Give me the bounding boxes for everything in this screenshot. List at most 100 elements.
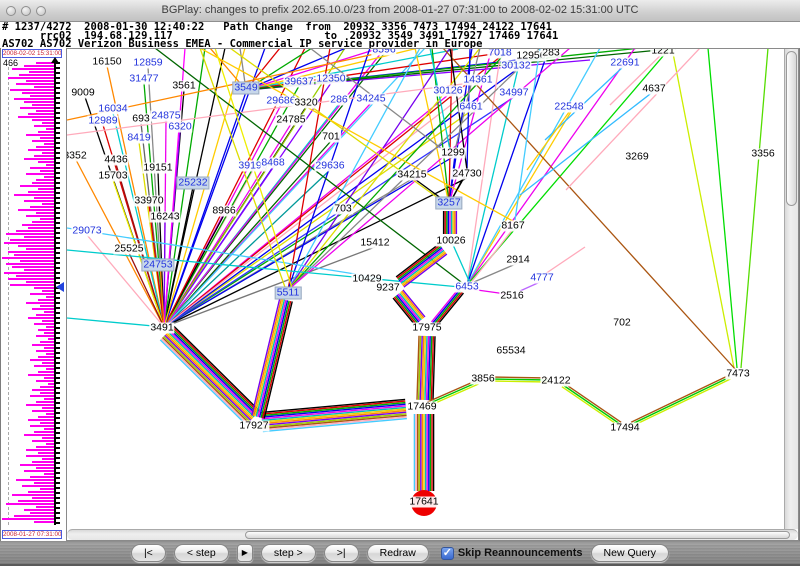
event-bar [30,359,54,361]
horizontal-scrollbar[interactable] [67,529,798,540]
as-node-6320[interactable]: 6320 [167,121,193,133]
as-node-10026[interactable]: 10026 [435,235,467,247]
as-node-30126[interactable]: 30126 [432,85,464,97]
as-node-3561[interactable]: 3561 [171,80,197,92]
as-node-286[interactable]: 286 [329,94,349,106]
event-bar [46,353,54,355]
as-node-5511[interactable]: 5511 [274,286,302,300]
as-node-16243[interactable]: 16243 [149,211,181,223]
as-node-12859[interactable]: 12859 [132,57,164,69]
timeline-position-marker[interactable] [56,282,64,292]
step-back-button[interactable]: < step [173,544,229,562]
event-histogram[interactable] [1,62,61,525]
as-node-3269[interactable]: 3269 [624,151,650,163]
as-node-2914[interactable]: 2914 [505,254,531,266]
as-node-16150[interactable]: 16150 [91,56,123,68]
as-node-17494[interactable]: 17494 [609,422,641,434]
as-node-8966[interactable]: 8966 [211,205,237,217]
event-bar [38,371,54,373]
as-node-14361[interactable]: 14361 [462,74,494,86]
as-node-22691[interactable]: 22691 [609,57,641,69]
as-node-24753[interactable]: 24753 [141,258,175,272]
as-node-8419[interactable]: 8419 [126,132,152,144]
go-to-start-button[interactable]: |< [130,544,166,562]
event-bar [40,305,54,307]
as-node-4777[interactable]: 4777 [529,272,555,284]
as-node-3549[interactable]: 3549 [232,81,260,95]
horizontal-scrollbar-thumb[interactable] [245,531,790,539]
event-bar [42,407,54,409]
new-query-button[interactable]: New Query [590,544,670,562]
as-node-29073[interactable]: 29073 [71,225,103,237]
as-node-693[interactable]: 693 [131,113,151,125]
redraw-button[interactable]: Redraw [366,544,429,562]
event-bar [44,311,54,313]
as-node-8596[interactable]: 8596 [371,49,397,56]
as-node-7018[interactable]: 7018 [487,49,513,59]
as-node-703[interactable]: 703 [333,203,353,215]
event-bar [32,389,54,391]
as-node-24730[interactable]: 24730 [451,168,483,180]
as-node-2516[interactable]: 2516 [499,290,525,302]
as-node-30132[interactable]: 30132 [500,60,532,72]
as-node-34245[interactable]: 34245 [355,93,387,105]
as-node-15703[interactable]: 15703 [97,170,129,182]
as-node-3491[interactable]: 3491 [149,322,175,334]
as-node-34997[interactable]: 34997 [498,87,530,99]
as-node-29686[interactable]: 29686 [265,95,297,107]
as-node-6453[interactable]: 6453 [454,281,480,293]
as-node-12989[interactable]: 12989 [87,115,119,127]
as-node-1299[interactable]: 1299 [440,147,466,159]
as-node-9009[interactable]: 9009 [70,87,96,99]
event-bar [14,194,54,196]
as-node-7473[interactable]: 7473 [725,368,751,380]
as-node-12350[interactable]: 12350 [315,73,347,85]
as-node-702[interactable]: 702 [612,317,632,329]
as-node-65534[interactable]: 65534 [495,345,527,357]
as-node-33970[interactable]: 33970 [133,195,165,207]
as-node-3352[interactable]: 3352 [67,150,88,162]
as-node-8167[interactable]: 8167 [500,220,526,232]
as-node-3257[interactable]: 3257 [435,196,463,210]
skip-reannouncements-checkbox[interactable]: ✓ [440,546,454,560]
as-node-39637[interactable]: 39637 [283,76,315,88]
event-bar [26,134,54,136]
event-bar [32,182,54,184]
event-bar [44,347,54,349]
vertical-scrollbar-thumb[interactable] [786,51,797,206]
as-node-3856[interactable]: 3856 [470,373,496,385]
as-node-17641[interactable]: 17641 [408,496,440,508]
event-bar [42,437,54,439]
as-node-34215[interactable]: 34215 [396,169,428,181]
as-node-1221[interactable]: 1221 [650,49,676,57]
as-node-17975[interactable]: 17975 [411,322,443,334]
event-bar [10,284,54,286]
as-node-31477[interactable]: 31477 [128,73,160,85]
as-node-283[interactable]: 283 [541,49,561,59]
event-bar [22,92,54,94]
as-node-15412[interactable]: 15412 [359,237,391,249]
as-node-25232[interactable]: 25232 [176,176,210,190]
as-node-24785[interactable]: 24785 [275,114,307,126]
go-to-end-button[interactable]: >| [323,544,359,562]
play-button[interactable]: ▶ [236,544,253,562]
as-node-19151[interactable]: 19151 [142,162,174,174]
as-node-4436[interactable]: 4436 [103,154,129,166]
vertical-scrollbar[interactable] [784,49,798,529]
as-node-3320[interactable]: 3320 [293,97,319,109]
as-node-4637[interactable]: 4637 [641,83,667,95]
as-node-9237[interactable]: 9237 [375,282,401,294]
as-node-25525[interactable]: 25525 [113,243,145,255]
as-node-3356[interactable]: 3356 [750,148,776,160]
as-node-16034[interactable]: 16034 [97,103,129,115]
as-node-22548[interactable]: 22548 [553,101,585,113]
as-node-24122[interactable]: 24122 [540,375,572,387]
as-node-29636[interactable]: 29636 [314,160,346,172]
event-bar [30,512,54,514]
as-node-8468[interactable]: 8468 [260,157,286,169]
step-forward-button[interactable]: step > [260,544,316,562]
as-node-701[interactable]: 701 [321,131,341,143]
as-node-6461[interactable]: 6461 [458,101,484,113]
as-node-17469[interactable]: 17469 [406,401,438,413]
as-node-17927[interactable]: 17927 [238,420,270,432]
